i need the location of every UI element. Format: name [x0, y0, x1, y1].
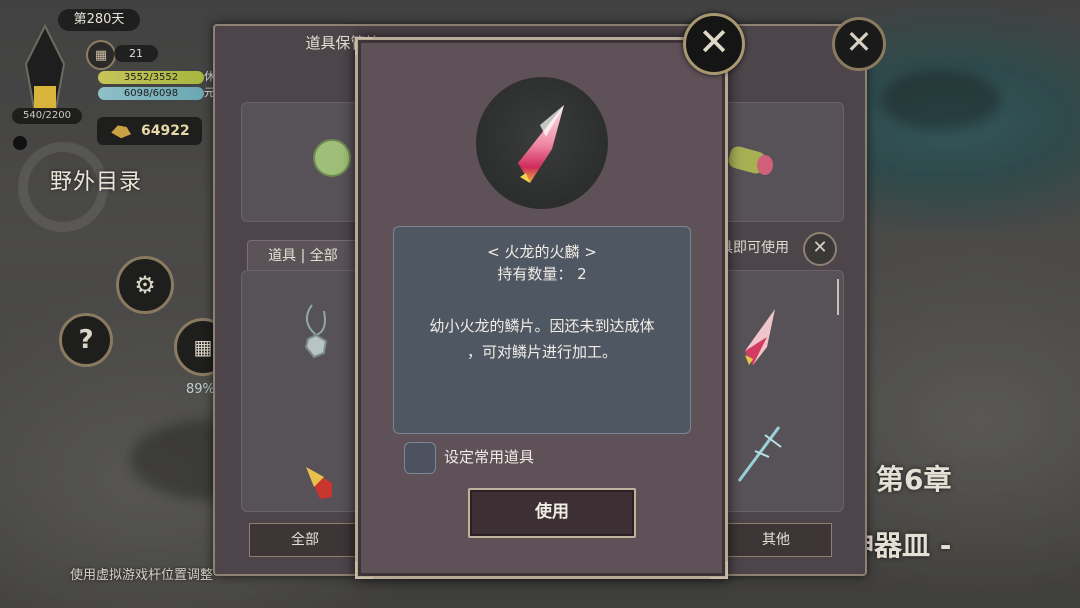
category-all-button[interactable]: 全部 — [249, 523, 361, 557]
gear-icon: ⚙ — [134, 271, 156, 299]
frame-corner — [710, 561, 728, 579]
crystal-count: 540/2200 — [12, 108, 82, 124]
item-description-box: < 火龙的火麟 > 持有数量： 2 幼小火龙的鳞片。因还未到达成体 ，可对鳞片进… — [393, 226, 691, 434]
featured-slot-right[interactable] — [720, 102, 844, 222]
fire-scale-small-icon[interactable] — [302, 463, 342, 503]
chapter-title: 第6章 — [876, 463, 952, 496]
frame-corner — [355, 561, 373, 579]
field-directory-label[interactable]: 野外目录 — [50, 164, 142, 196]
fire-dragon-scale-icon — [518, 105, 564, 183]
ice-wand-icon[interactable] — [735, 421, 785, 485]
item-list-left — [241, 270, 363, 512]
favorite-item-label[interactable]: 设定常用道具 — [444, 446, 534, 468]
item-list-right — [720, 270, 844, 512]
joystick-hint: 使用虚拟游戏杆位置调整 — [70, 568, 214, 583]
calendar-icon: ▦ — [193, 335, 213, 359]
favorite-item-checkbox[interactable] — [404, 442, 436, 474]
gold-icon — [111, 125, 131, 139]
calendar-icon[interactable]: ▦ — [86, 40, 116, 70]
use-button[interactable]: 使用 — [468, 488, 636, 538]
gold-value: 64922 — [141, 123, 190, 139]
fire-scale-icon[interactable] — [741, 307, 781, 371]
close-icon: ✕ — [698, 20, 730, 64]
hp-bar: 3552/3552 — [98, 71, 204, 84]
item-name: < 火龙的火麟 > — [487, 243, 597, 261]
scrollbar[interactable] — [837, 279, 839, 315]
category-other-button[interactable]: 其他 — [720, 523, 832, 557]
dialog-close-button[interactable]: ✕ — [683, 13, 745, 75]
use-hint-text: 具即可使用 — [719, 240, 789, 256]
storage-close-button[interactable]: ✕ — [832, 17, 886, 71]
item-description: 幼小火龙的鳞片。因还未到达成体 ，可对鳞片进行加工。 — [394, 313, 690, 365]
clear-filter-button[interactable]: ✕ — [803, 232, 837, 266]
gold-counter: 64922 — [97, 117, 202, 145]
item-portrait — [476, 77, 608, 209]
amulet-icon[interactable] — [298, 301, 348, 371]
frame-corner — [355, 37, 373, 55]
status-dot — [13, 136, 27, 150]
progress-percent: 89% — [186, 382, 215, 397]
meat-roll-icon — [728, 146, 773, 175]
mp-bar: 6098/6098 — [98, 87, 204, 100]
help-button[interactable]: ? — [59, 313, 113, 367]
calendar-value: 21 — [114, 45, 158, 62]
help-icon: ? — [78, 325, 94, 355]
item-description-line: ，可对鳞片进行加工。 — [466, 343, 617, 361]
featured-slot-left[interactable] — [241, 102, 363, 222]
settings-gear-button[interactable]: ⚙ — [116, 256, 174, 314]
close-icon: ✕ — [845, 23, 873, 61]
item-quantity: 持有数量： 2 — [497, 265, 587, 283]
crystal-icon — [24, 24, 66, 109]
close-icon: ✕ — [812, 237, 828, 258]
category-tab[interactable]: 道具 | 全部 — [247, 240, 359, 271]
item-description-line: 幼小火龙的鳞片。因还未到达成体 — [429, 317, 655, 335]
